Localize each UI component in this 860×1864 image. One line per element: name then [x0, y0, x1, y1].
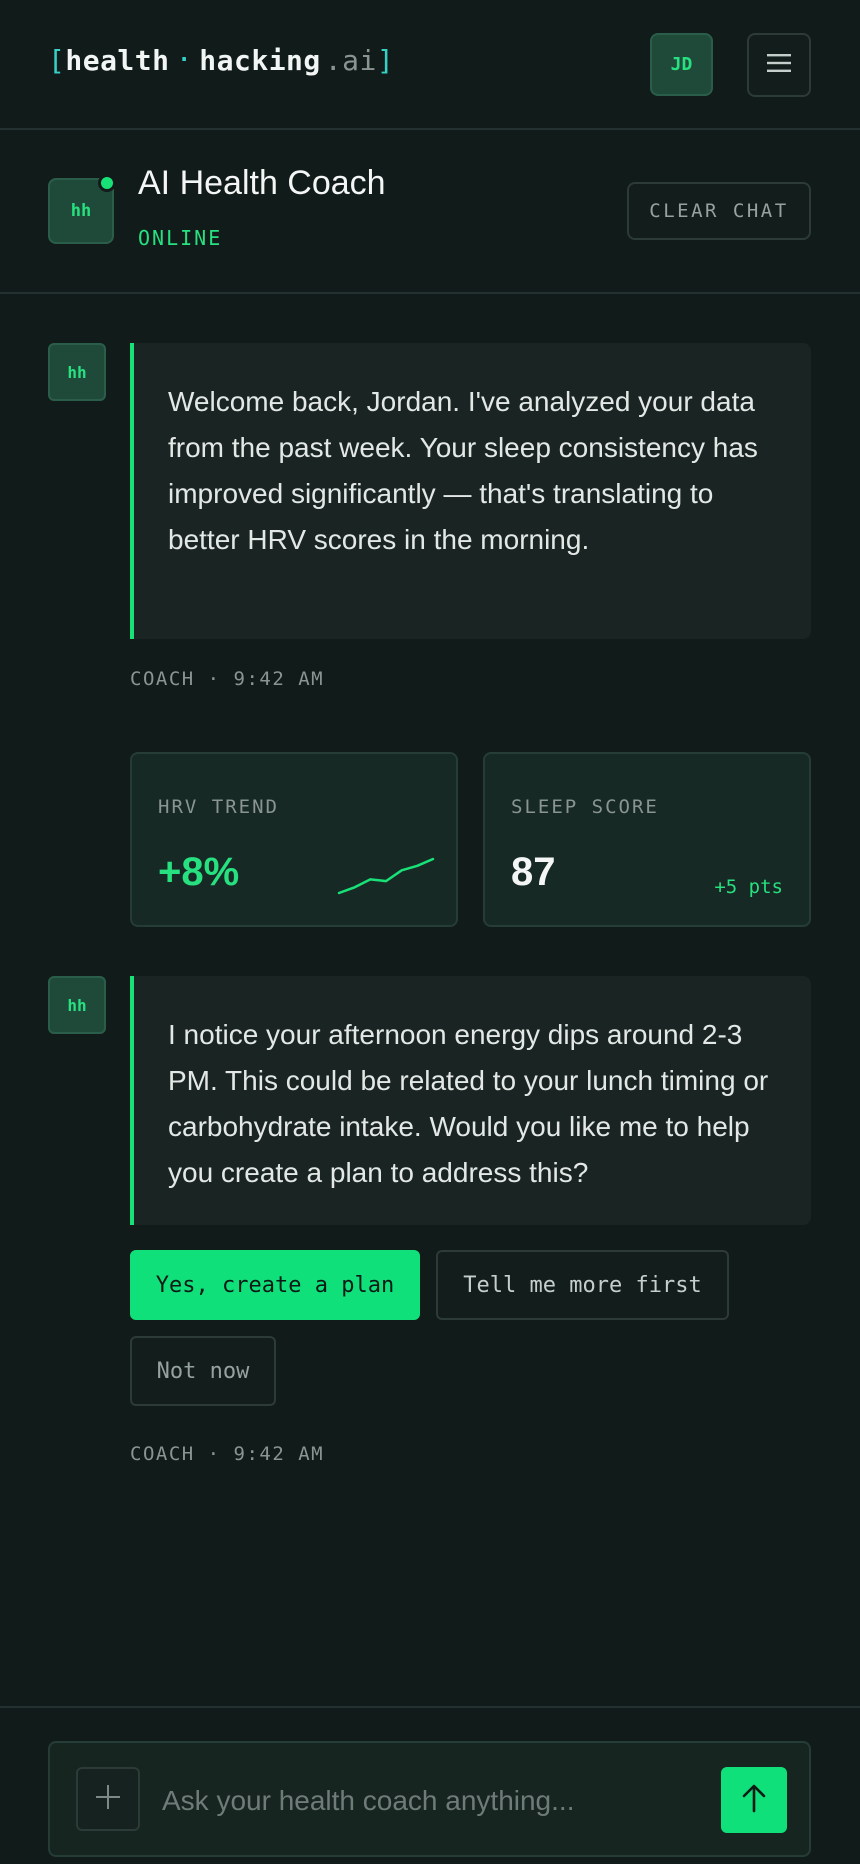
coach-status: ONLINE: [138, 226, 223, 250]
message-meta: COACH · 9:42 AM: [130, 668, 325, 690]
message-bubble: I notice your afternoon energy dips arou…: [130, 976, 811, 1225]
attach-button[interactable]: [76, 1767, 140, 1831]
logo-tld: .ai: [324, 44, 377, 77]
user-avatar-button[interactable]: JD: [650, 33, 713, 96]
hrv-trend-value: +8%: [158, 850, 240, 894]
sleep-score-value: 87: [511, 850, 556, 894]
send-button[interactable]: [721, 1767, 787, 1833]
arrow-up-icon: [741, 1783, 767, 1818]
sleep-score-label: SLEEP SCORE: [511, 796, 659, 818]
message-avatar: hh: [48, 976, 106, 1034]
coach-header: hh AI Health Coach ONLINE CLEAR CHAT: [0, 130, 860, 294]
reply-yes-create-plan-button[interactable]: Yes, create a plan: [130, 1250, 420, 1320]
message-meta: COACH · 9:42 AM: [130, 1443, 325, 1465]
logo-bracket-close: ]: [376, 44, 395, 77]
plus-icon: [95, 1784, 121, 1815]
hrv-trend-label: HRV TREND: [158, 796, 279, 818]
top-bar: [ health · hacking .ai ] JD: [0, 0, 860, 130]
trend-sparkline: [337, 857, 435, 895]
sleep-score-delta: +5 pts: [714, 876, 783, 898]
message-avatar: hh: [48, 343, 106, 401]
coach-name: AI Health Coach: [138, 164, 386, 202]
app-logo[interactable]: [ health · hacking .ai ]: [48, 44, 394, 77]
online-indicator: [98, 174, 116, 192]
message-composer: [48, 1741, 811, 1857]
logo-separator: ·: [177, 48, 192, 73]
logo-word-hacking: hacking: [199, 44, 321, 77]
message-input[interactable]: [162, 1771, 702, 1831]
logo-bracket-open: [: [48, 44, 66, 77]
reply-tell-me-more-button[interactable]: Tell me more first: [436, 1250, 729, 1320]
sleep-score-card[interactable]: SLEEP SCORE 87 +5 pts: [483, 752, 811, 927]
logo-word-health: health: [65, 44, 170, 77]
clear-chat-button[interactable]: CLEAR CHAT: [627, 182, 811, 240]
reply-not-now-button[interactable]: Not now: [130, 1336, 276, 1406]
sparkline-path: [337, 857, 435, 895]
hrv-trend-card[interactable]: HRV TREND +8%: [130, 752, 458, 927]
message-bubble: Welcome back, Jordan. I've analyzed your…: [130, 343, 811, 639]
menu-button[interactable]: [747, 33, 811, 97]
hamburger-menu-icon: [767, 53, 791, 78]
